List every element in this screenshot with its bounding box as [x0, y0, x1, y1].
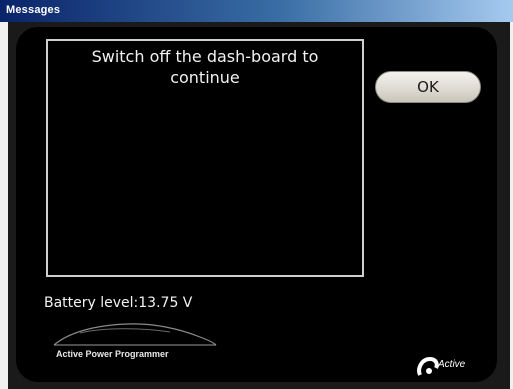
- ok-button[interactable]: OK: [375, 71, 481, 103]
- battery-level-label: Battery level:13.75 V: [44, 295, 193, 311]
- window-title: Messages: [6, 4, 61, 16]
- title-bar[interactable]: Messages: [0, 0, 513, 22]
- dialog-panel: Switch off the dash-board to continue OK…: [16, 27, 497, 382]
- message-box: Switch off the dash-board to continue: [46, 39, 364, 277]
- brand-logo: Active: [416, 356, 486, 378]
- messages-window: Messages Switch off the dash-board to co…: [0, 0, 513, 389]
- brand-logo-text: Active: [438, 359, 466, 370]
- product-logo: Active Power Programmer: [50, 319, 220, 365]
- message-text: Switch off the dash-board to continue: [91, 47, 319, 87]
- product-logo-text: Active Power Programmer: [56, 349, 169, 359]
- active-logo-icon: [417, 356, 439, 376]
- car-silhouette-icon: [53, 323, 217, 346]
